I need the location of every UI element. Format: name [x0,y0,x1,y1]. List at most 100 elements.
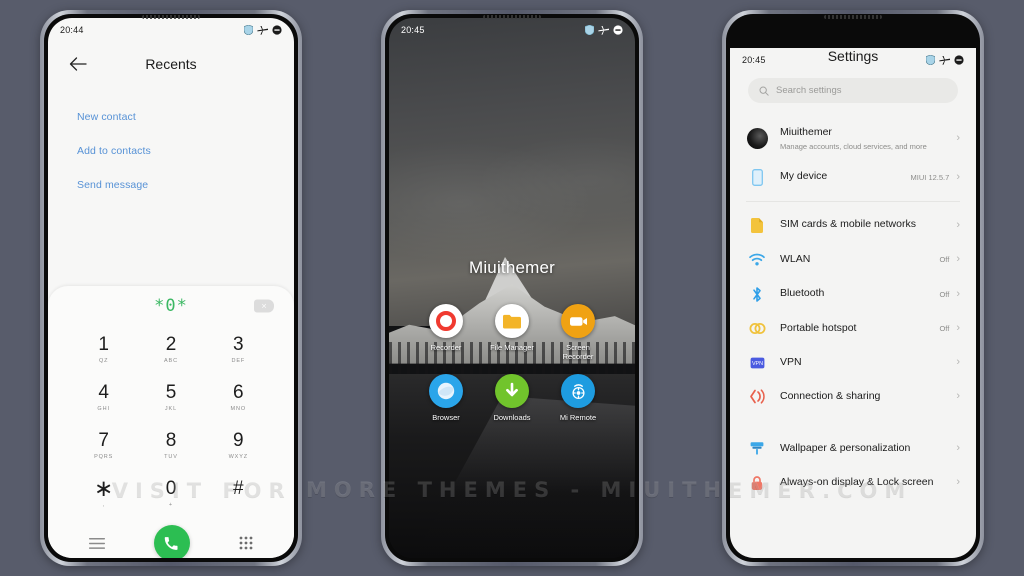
call-button[interactable] [153,525,190,558]
app-grid: Recorder File Manager Screen Recorder Br… [389,304,635,434]
settings-row-wlan[interactable]: WLAN Off › [730,243,976,277]
dialpad-key-2[interactable]: 2 ABC [137,326,204,374]
row-right: Off › [939,254,960,265]
key-digit: 2 [165,334,177,355]
key-digit: 3 [233,334,244,355]
settings-row-my-device[interactable]: My device MIUI 12.5.7 › [730,160,976,195]
earpiece-speaker [142,15,200,19]
action-send-message[interactable]: Send message [48,168,294,202]
settings-row-portable-hotspot[interactable]: Portable hotspot Off › [730,312,976,346]
dialpad-icon[interactable] [239,536,253,550]
key-letters: ABC [163,358,178,364]
file-manager-icon [495,304,529,338]
chevron-right-icon: › [956,322,960,335]
dialer-app: 20:44 Recents New contact Add to contact… [48,18,294,558]
app-label: Browser [432,412,460,422]
recents-panel: Recents New contact Add to contacts Send… [48,42,294,286]
dialpad-key-1[interactable]: 1 QZ [70,326,137,374]
row-text: WLAN [768,253,939,267]
row-right: › [956,477,960,488]
recents-header: Recents [48,42,294,86]
row-right: Off › [939,323,960,334]
row-label: Portable hotspot [780,321,857,334]
app-downloads[interactable]: Downloads [479,373,545,422]
shield-icon [926,55,935,65]
chevron-right-icon: › [956,253,960,266]
key-digit: 4 [98,382,109,403]
phone-device-homescreen: 20:45 Miuithemer Recorder File Manager S… [381,10,643,566]
row-text: Miuithemer Manage accounts, cloud servic… [768,126,956,151]
key-letters: WXYZ [228,454,249,460]
row-value: Off [939,324,950,334]
key-letters: + [168,502,174,508]
key-letters: , [102,501,105,508]
row-label: WLAN [780,252,811,265]
earpiece-speaker [483,15,541,19]
phone3-bezel: 20:45 Settings Search settings Miuitheme… [726,14,980,562]
dialpad-key-3[interactable]: 3 DEF [205,326,272,374]
dialpad-key-9[interactable]: 9 WXYZ [205,422,272,470]
row-right: Off › [939,288,960,300]
app-browser[interactable]: Browser [413,373,479,422]
dialpad-key-8[interactable]: 8 TUV [137,422,204,470]
row-right: › [956,357,960,368]
chevron-right-icon: › [956,170,960,183]
action-add-to-contacts[interactable]: Add to contacts [48,134,294,168]
key-digit: ∗ [94,475,114,502]
app-label: Mi Remote [559,412,597,422]
settings-row-wallpaper[interactable]: Wallpaper & personalization › [730,432,976,466]
app-file-manager[interactable]: File Manager [479,304,545,362]
dialpad-key-5[interactable]: 5 JKL [137,374,204,422]
dialed-number-display: *0* ✕ [48,286,294,326]
chevron-right-icon: › [956,442,960,455]
action-new-contact[interactable]: New contact [48,100,294,134]
chevron-right-icon: › [956,131,960,144]
settings-row-sim-cards[interactable]: SIM cards & mobile networks › [730,208,976,243]
connection-sharing-icon [746,389,768,404]
phone1-bezel: 20:44 Recents New contact Add to contact… [44,14,298,562]
key-letters: GHI [97,406,110,412]
phone1-status-bar: 20:44 [48,18,294,42]
key-digit: 0 [165,478,177,499]
settings-row-vpn[interactable]: VPN VPN › [730,346,976,380]
row-value: Off [939,255,950,265]
airplane-icon [939,56,950,65]
key-letters: MNO [230,406,247,412]
app-recorder[interactable]: Recorder [413,304,479,362]
row-label: Wallpaper & personalization [780,441,911,454]
key-letters: JKL [164,406,178,412]
dialpad-key-hash[interactable]: # [205,470,272,518]
do-not-disturb-icon [272,25,282,35]
dialpad-panel: *0* ✕ 1 QZ 2 ABC 3 DEF 4 GHI 5 JKL 6 MNO 7 PQRS… [48,286,294,558]
row-text: Wallpaper & personalization [768,442,956,456]
app-mi-remote[interactable]: Mi Remote [545,373,611,422]
settings-row-connection-sharing[interactable]: Connection & sharing › [730,380,976,414]
settings-row-always-on-display[interactable]: Always-on display & Lock screen › [730,466,976,500]
phone2-status-bar: 20:45 [389,18,635,42]
dialpad-key-7[interactable]: 7 PQRS [70,422,137,470]
dialpad-key-0[interactable]: 0 + [137,470,204,518]
menu-icon[interactable] [88,537,105,549]
recents-actions: New contact Add to contacts Send message [48,100,294,202]
mi-remote-icon [561,373,595,408]
row-text: My device [768,170,911,184]
settings-row-account[interactable]: Miuithemer Manage accounts, cloud servic… [730,117,976,160]
row-text: VPN [768,356,956,370]
app-screen-recorder[interactable]: Screen Recorder [545,304,611,362]
key-digit: 8 [165,430,177,451]
row-label: VPN [780,355,802,368]
phone2-bezel: 20:45 Miuithemer Recorder File Manager S… [385,14,639,562]
dialpad-key-4[interactable]: 4 GHI [70,374,137,422]
key-digit: 7 [98,430,109,451]
search-settings-field[interactable]: Search settings [748,78,958,103]
backspace-icon[interactable]: ✕ [254,299,274,313]
dialpad-key-star[interactable]: ∗, [70,470,137,518]
back-arrow-icon[interactable] [68,54,88,74]
search-icon [759,86,769,96]
dialpad-key-6[interactable]: 6 MNO [205,374,272,422]
row-label: Miuithemer [780,126,832,138]
app-label: Recorder [430,343,462,352]
status-icons [926,55,964,65]
settings-row-bluetooth[interactable]: Bluetooth Off › [730,277,976,312]
chevron-right-icon: › [956,476,960,489]
